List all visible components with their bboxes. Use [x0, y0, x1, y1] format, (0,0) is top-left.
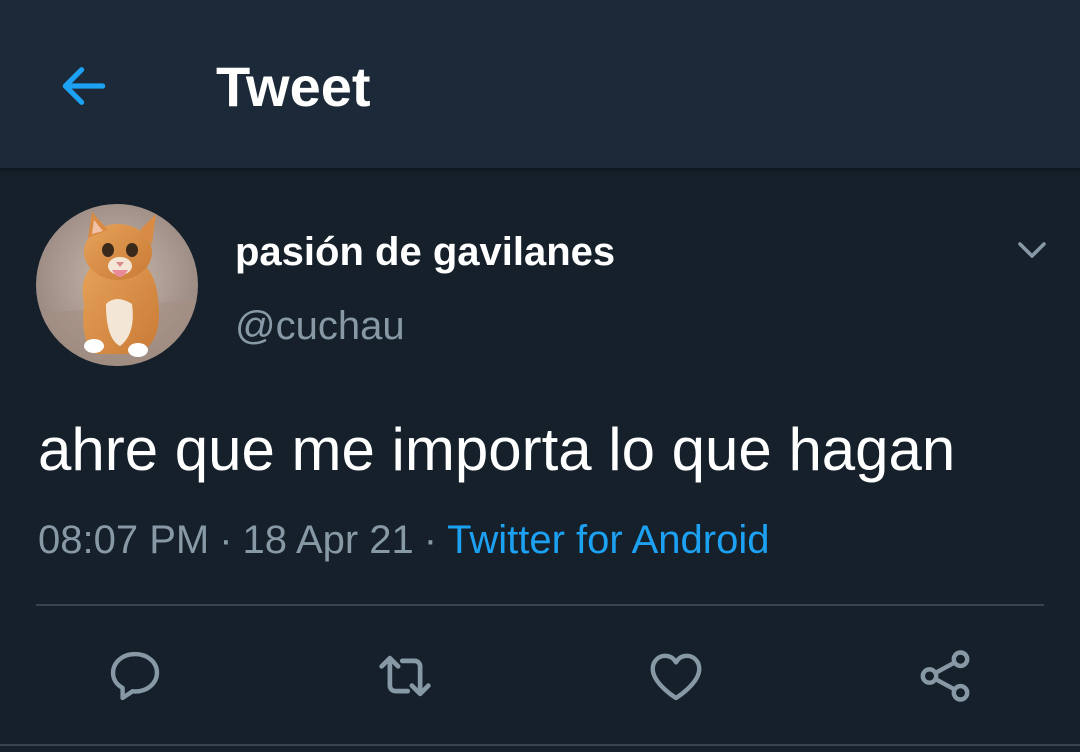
divider: [0, 744, 1080, 746]
reply-icon: [110, 651, 160, 701]
tweet-meta: 08:07 PM · 18 Apr 21 · Twitter for Android: [38, 514, 770, 566]
page-title: Tweet: [216, 55, 371, 118]
tweet-date: 18 Apr 21: [242, 518, 414, 562]
retweet-button[interactable]: [369, 640, 441, 712]
tweet-time: 08:07 PM: [38, 518, 210, 562]
avatar[interactable]: [36, 204, 198, 366]
arrow-left-icon: [62, 67, 106, 105]
divider: [36, 604, 1044, 606]
chevron-down-icon: [1018, 242, 1046, 258]
tweet-text: ahre que me importa lo que hagan: [38, 416, 956, 483]
display-name[interactable]: pasión de gavilanes: [235, 226, 615, 278]
tweet-menu-button[interactable]: [1008, 226, 1056, 274]
like-button[interactable]: [640, 640, 712, 712]
top-bar: Tweet: [0, 0, 1080, 168]
heart-icon: [650, 653, 702, 701]
share-button[interactable]: [909, 640, 981, 712]
back-button[interactable]: [48, 50, 120, 122]
retweet-icon: [379, 655, 431, 697]
meta-separator: ·: [423, 518, 438, 562]
meta-separator: ·: [219, 518, 233, 562]
reply-button[interactable]: [99, 640, 171, 712]
share-icon: [920, 650, 970, 702]
tweet-screen: Tweet pasión de gavilanes @cuchau ahre q…: [0, 0, 1080, 752]
user-handle[interactable]: @cuchau: [235, 300, 405, 352]
tweet-source-link[interactable]: Twitter for Android: [447, 518, 769, 562]
cat-photo-avatar: [36, 204, 198, 366]
